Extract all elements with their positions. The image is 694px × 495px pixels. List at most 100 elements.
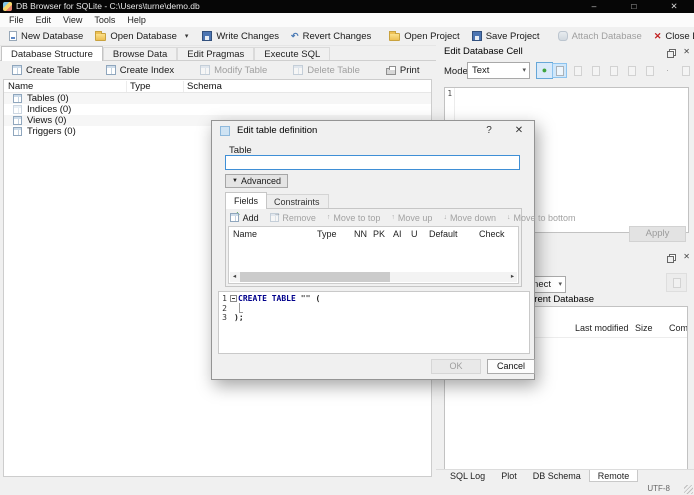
write-changes-button[interactable]: Write Changes bbox=[196, 28, 285, 45]
menu-edit[interactable]: Edit bbox=[30, 13, 58, 27]
tab-constraints[interactable]: Constraints bbox=[265, 194, 329, 209]
dialog-title: Edit table definition bbox=[237, 125, 318, 136]
dock-float-icon[interactable] bbox=[667, 253, 677, 263]
dock-close-icon[interactable]: ✕ bbox=[683, 48, 690, 56]
edit-cell-dock-titlebar: Edit Database Cell ✕ bbox=[436, 45, 694, 59]
open-database-button[interactable]: Open Database bbox=[89, 28, 183, 45]
print-icon bbox=[385, 66, 396, 75]
remove-field-button: − Remove bbox=[269, 210, 316, 223]
save-project-icon bbox=[471, 31, 482, 41]
chevron-down-icon: ▾ bbox=[522, 67, 526, 74]
scrollbar-thumb[interactable] bbox=[240, 272, 390, 282]
col-u[interactable]: U bbox=[411, 229, 418, 239]
fold-marker-icon[interactable] bbox=[230, 295, 237, 302]
revert-changes-button[interactable]: ↶ Revert Changes bbox=[285, 28, 377, 45]
tab-db-schema[interactable]: DB Schema bbox=[525, 470, 589, 482]
print-button[interactable]: Print bbox=[378, 62, 428, 79]
tree-column-schema[interactable]: Schema bbox=[187, 80, 222, 93]
tree-column-name[interactable]: Name bbox=[8, 80, 33, 93]
green-dot-icon: ● bbox=[541, 65, 548, 75]
remote-column-size[interactable]: Size bbox=[635, 323, 653, 333]
tab-fields[interactable]: Fields bbox=[225, 192, 268, 209]
sql-line: 2 bbox=[222, 303, 227, 313]
resize-grip[interactable] bbox=[684, 485, 693, 494]
attach-database-button: Attach Database bbox=[552, 28, 648, 45]
open-folder-icon bbox=[95, 31, 107, 41]
col-nn[interactable]: NN bbox=[354, 229, 367, 239]
tree-column-type[interactable]: Type bbox=[130, 80, 151, 93]
close-database-button[interactable]: ✕ Close Database bbox=[648, 28, 694, 45]
modify-table-icon bbox=[200, 65, 211, 75]
menu-help[interactable]: Help bbox=[121, 13, 152, 27]
menu-file[interactable]: File bbox=[3, 13, 30, 27]
encoding-indicator[interactable]: UTF-8 bbox=[647, 484, 670, 493]
col-default[interactable]: Default bbox=[429, 229, 458, 239]
sql-line: 1 CREATE TABLE "" ( bbox=[222, 294, 321, 303]
apply-button: Apply bbox=[629, 226, 686, 242]
tab-remote[interactable]: Remote bbox=[588, 470, 639, 482]
tab-sql-log[interactable]: SQL Log bbox=[442, 470, 493, 482]
scroll-right-icon[interactable]: ▸ bbox=[508, 272, 517, 282]
tree-header: Name Type Schema bbox=[4, 80, 431, 93]
text-mode-icon[interactable] bbox=[552, 63, 567, 78]
tab-execute-sql[interactable]: Execute SQL bbox=[254, 47, 331, 60]
modify-table-button: Modify Table bbox=[192, 62, 275, 79]
arrow-bottom-icon: ↓ bbox=[506, 214, 511, 221]
col-type[interactable]: Type bbox=[317, 229, 337, 239]
maximize-button[interactable]: □ bbox=[614, 0, 654, 13]
save-project-button[interactable]: Save Project bbox=[466, 28, 546, 45]
fullscreen-icon bbox=[642, 63, 657, 78]
horizontal-scrollbar[interactable]: ◂ ▸ bbox=[230, 272, 517, 282]
create-table-icon bbox=[12, 65, 22, 75]
dialog-titlebar[interactable]: Edit table definition ? ✕ bbox=[212, 121, 534, 140]
minimize-button[interactable]: – bbox=[574, 0, 614, 13]
create-index-button[interactable]: Create Index bbox=[98, 62, 182, 79]
triangle-down-icon: ▼ bbox=[232, 178, 238, 184]
new-database-button[interactable]: New Database bbox=[3, 28, 89, 45]
close-button[interactable]: ✕ bbox=[654, 0, 694, 13]
tab-plot[interactable]: Plot bbox=[493, 470, 525, 482]
dock-close-icon[interactable]: ✕ bbox=[683, 253, 690, 261]
tab-browse-data[interactable]: Browse Data bbox=[102, 47, 178, 60]
create-table-button[interactable]: Create Table bbox=[4, 62, 88, 79]
open-database-dropdown-icon[interactable]: ▾ bbox=[183, 32, 191, 40]
dialog-close-button[interactable]: ✕ bbox=[506, 121, 532, 140]
table-name-input[interactable] bbox=[225, 155, 520, 170]
main-tab-bar: Database Structure Browse Data Edit Prag… bbox=[0, 46, 436, 61]
mode-select[interactable]: Text ▾ bbox=[467, 62, 530, 79]
fields-toolbar: + Add − Remove ↑ Move to top ↑ Move up ↓… bbox=[230, 210, 576, 224]
remote-column-commit[interactable]: Commit bbox=[669, 323, 687, 333]
col-ai[interactable]: AI bbox=[393, 229, 402, 239]
menu-tools[interactable]: Tools bbox=[88, 13, 121, 27]
delete-table-icon bbox=[293, 65, 304, 75]
add-field-button[interactable]: + Add bbox=[230, 210, 259, 223]
scroll-left-icon[interactable]: ◂ bbox=[230, 272, 239, 282]
fields-table[interactable]: Name Type NN PK AI U Default Check ◂ ▸ bbox=[228, 226, 519, 284]
tab-edit-pragmas[interactable]: Edit Pragmas bbox=[177, 47, 255, 60]
dialog-help-button[interactable]: ? bbox=[478, 121, 500, 140]
advanced-button[interactable]: ▼ Advanced bbox=[225, 174, 288, 188]
col-check[interactable]: Check bbox=[479, 229, 505, 239]
col-pk[interactable]: PK bbox=[373, 229, 385, 239]
edit-table-definition-dialog: Edit table definition ? ✕ Table ▼ Advanc… bbox=[211, 120, 576, 380]
tree-item-tables[interactable]: Tables (0) bbox=[4, 93, 431, 104]
column-divider bbox=[126, 81, 127, 92]
add-icon bbox=[230, 213, 239, 222]
cancel-button[interactable]: Cancel bbox=[487, 359, 535, 374]
main-toolbar: New Database Open Database ▾ Write Chang… bbox=[0, 27, 694, 46]
menu-view[interactable]: View bbox=[57, 13, 88, 27]
arrow-down-icon: ↓ bbox=[443, 214, 447, 221]
word-wrap-toggle[interactable]: ● bbox=[536, 62, 553, 79]
write-changes-icon bbox=[202, 31, 213, 41]
cell-editor-toolbar: · bbox=[552, 63, 693, 78]
tree-item-indices[interactable]: Indices (0) bbox=[4, 104, 431, 115]
tab-database-structure[interactable]: Database Structure bbox=[1, 46, 103, 61]
open-project-button[interactable]: Open Project bbox=[383, 28, 465, 45]
sql-line: 3 ); bbox=[222, 313, 244, 322]
title-bar: DB Browser for SQLite - C:\Users\turne\d… bbox=[0, 0, 694, 13]
arrow-up-icon: ↑ bbox=[391, 214, 395, 221]
export-file-icon bbox=[606, 63, 621, 78]
col-name[interactable]: Name bbox=[233, 229, 257, 239]
dock-float-icon[interactable] bbox=[667, 48, 677, 58]
remote-column-last-modified[interactable]: Last modified bbox=[575, 323, 629, 333]
